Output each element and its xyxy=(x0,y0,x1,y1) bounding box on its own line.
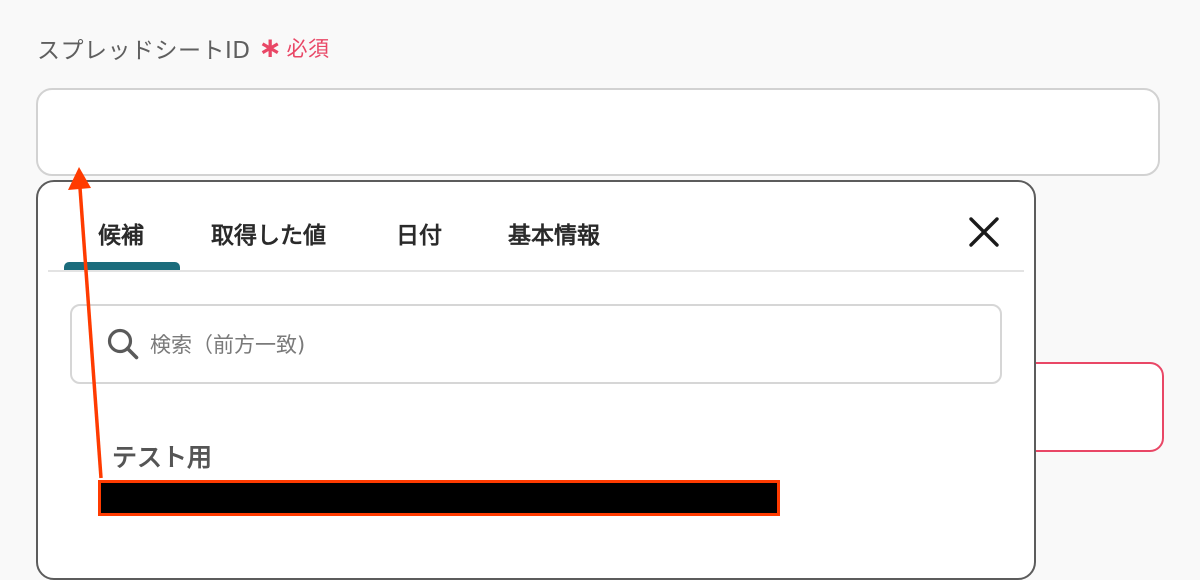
close-icon[interactable] xyxy=(966,214,1002,250)
candidate-group-heading: テスト用 xyxy=(112,443,213,472)
required-asterisk: ∗ xyxy=(258,31,283,64)
redacted-candidate-item[interactable] xyxy=(98,480,780,516)
search-input[interactable]: 検索（前方一致) xyxy=(70,304,1002,384)
value-picker-dropdown: 候補 取得した値 日付 基本情報 検索（前方一致) テスト用 xyxy=(36,180,1036,580)
search-icon xyxy=(107,328,139,360)
tab-candidates[interactable]: 候補 xyxy=(98,216,144,250)
spreadsheet-id-input[interactable] xyxy=(36,88,1160,176)
field-label-text: スプレッドシートID xyxy=(37,38,251,64)
tab-retrieved-values[interactable]: 取得した値 xyxy=(211,216,326,250)
search-placeholder: 検索（前方一致) xyxy=(150,333,306,357)
tab-date[interactable]: 日付 xyxy=(396,216,442,250)
picker-tabs: 候補 取得した値 日付 基本情報 xyxy=(38,182,1034,274)
field-label: スプレッドシートID ∗ 必須 xyxy=(37,30,329,66)
tab-divider xyxy=(48,270,1024,272)
required-badge: 必須 xyxy=(286,37,330,61)
tab-basic-info[interactable]: 基本情報 xyxy=(508,216,600,250)
